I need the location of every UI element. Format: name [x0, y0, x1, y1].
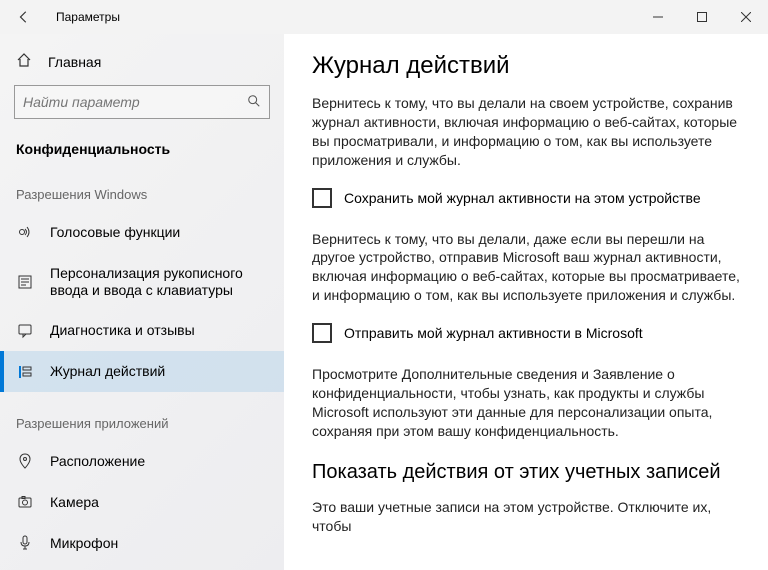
- sidebar-item-diagnostics[interactable]: Диагностика и отзывы: [0, 310, 284, 351]
- sidebar-item-microphone[interactable]: Микрофон: [0, 523, 284, 564]
- search-box[interactable]: [14, 85, 270, 119]
- sidebar-item-label: Голосовые функции: [50, 224, 180, 241]
- sidebar-item-location[interactable]: Расположение: [0, 441, 284, 482]
- sidebar-item-label: Персонализация рукописного ввода и ввода…: [50, 265, 268, 299]
- sidebar-item-label: Журнал действий: [50, 363, 165, 380]
- close-button[interactable]: [724, 1, 768, 33]
- sidebar-item-label: Диагностика и отзывы: [50, 322, 195, 339]
- content-pane: Журнал действий Вернитесь к тому, что вы…: [284, 34, 768, 570]
- camera-icon: [16, 494, 34, 510]
- checkbox-box[interactable]: [312, 323, 332, 343]
- description-para-3: Просмотрите Дополнительные сведения и За…: [312, 365, 740, 441]
- description-para-2: Вернитесь к тому, что вы делали, даже ес…: [312, 230, 740, 306]
- activity-history-icon: [16, 364, 34, 380]
- inking-icon: [16, 274, 34, 290]
- sidebar-home[interactable]: Главная: [0, 42, 284, 81]
- sidebar-item-inking[interactable]: Персонализация рукописного ввода и ввода…: [0, 253, 284, 311]
- sidebar-item-activity-history[interactable]: Журнал действий: [0, 351, 284, 392]
- description-para-4: Это ваши учетные записи на этом устройст…: [312, 498, 740, 536]
- checkbox-store-local[interactable]: Сохранить мой журнал активности на этом …: [312, 188, 740, 208]
- sidebar-item-label: Расположение: [50, 453, 145, 470]
- sidebar-item-camera[interactable]: Камера: [0, 482, 284, 523]
- page-heading: Журнал действий: [312, 52, 740, 80]
- microphone-icon: [16, 535, 34, 551]
- feedback-icon: [16, 323, 34, 339]
- maximize-button[interactable]: [680, 1, 724, 33]
- location-icon: [16, 453, 34, 469]
- sidebar-section-current: Конфиденциальность: [0, 133, 284, 163]
- voice-icon: [16, 224, 34, 240]
- window-title: Параметры: [56, 10, 120, 24]
- minimize-button[interactable]: [636, 1, 680, 33]
- sidebar-item-voice[interactable]: Голосовые функции: [0, 212, 284, 253]
- sidebar-home-label: Главная: [48, 54, 101, 70]
- sidebar-item-label: Камера: [50, 494, 99, 511]
- sidebar-group-app-permissions: Разрешения приложений: [0, 392, 284, 441]
- sidebar: Главная Конфиденциальность Разрешения Wi…: [0, 34, 284, 570]
- accounts-heading: Показать действия от этих учетных записе…: [312, 461, 740, 484]
- checkbox-box[interactable]: [312, 188, 332, 208]
- titlebar: Параметры: [0, 0, 768, 34]
- sidebar-group-windows-permissions: Разрешения Windows: [0, 163, 284, 212]
- back-button[interactable]: [8, 1, 40, 33]
- home-icon: [16, 52, 32, 71]
- description-para-1: Вернитесь к тому, что вы делали на своем…: [312, 94, 740, 170]
- search-input[interactable]: [23, 94, 247, 110]
- checkbox-send-microsoft[interactable]: Отправить мой журнал активности в Micros…: [312, 323, 740, 343]
- sidebar-item-label: Микрофон: [50, 535, 118, 552]
- checkbox-label: Сохранить мой журнал активности на этом …: [344, 190, 701, 206]
- search-icon: [247, 94, 261, 111]
- window-controls: [636, 1, 768, 33]
- checkbox-label: Отправить мой журнал активности в Micros…: [344, 325, 643, 341]
